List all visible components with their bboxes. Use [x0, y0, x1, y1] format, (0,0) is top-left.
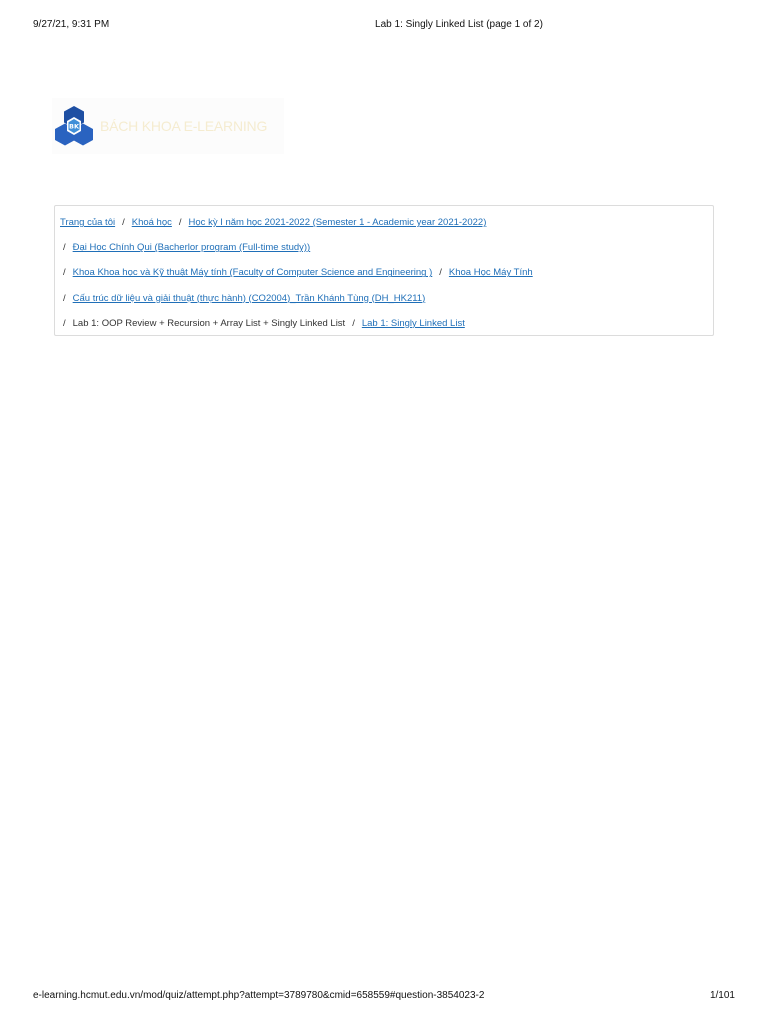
bk-logo-text: BK — [69, 123, 80, 131]
breadcrumb-link-courses[interactable]: Khoá học — [132, 217, 172, 228]
breadcrumb-line-3: / Khoa Khoa học và Kỹ thuật Máy tính (Fac… — [60, 264, 713, 289]
breadcrumb: Trang của tôi / Khoá học / Học kỳ I năm học … — [54, 205, 714, 336]
breadcrumb-line-1: Trang của tôi / Khoá học / Học kỳ I năm học … — [60, 214, 713, 239]
breadcrumb-link-department[interactable]: Khoa Học Máy Tính — [449, 267, 533, 278]
breadcrumb-link-current-quiz[interactable]: Lab 1: Singly Linked List — [362, 318, 465, 329]
breadcrumb-link-program[interactable]: Đại Học Chính Qui (Bacherlor program (Fu… — [73, 242, 311, 253]
breadcrumb-link-semester[interactable]: Học kỳ I năm học 2021-2022 (Semester 1 -… — [189, 217, 487, 228]
print-page-number: 1/101 — [709, 990, 735, 1001]
breadcrumb-line-4: / Cấu trúc dữ liệu và giải thuật (thực hà… — [60, 290, 713, 315]
breadcrumb-link-course[interactable]: Cấu trúc dữ liệu và giải thuật (thực hàn… — [73, 293, 426, 304]
print-footer: e-learning.hcmut.edu.vn/mod/quiz/attempt… — [33, 990, 735, 1004]
print-title: Lab 1: Singly Linked List (page 1 of 2) — [375, 19, 543, 30]
breadcrumb-separator: / — [63, 242, 66, 254]
breadcrumb-section: Lab 1: OOP Review + Recursion + Array Li… — [72, 317, 346, 329]
bk-logo-icon: BK — [54, 105, 94, 147]
breadcrumb-separator: / — [122, 217, 125, 228]
breadcrumb-link-my-home[interactable]: Trang của tôi — [60, 217, 115, 228]
breadcrumb-link-faculty[interactable]: Khoa Khoa học và Kỹ thuật Máy tính (Facu… — [73, 267, 433, 278]
breadcrumb-line-5: / Lab 1: OOP Review + Recursion + Array L… — [60, 315, 713, 340]
breadcrumb-separator: / — [178, 217, 182, 228]
breadcrumb-separator: / — [63, 292, 66, 304]
print-url: e-learning.hcmut.edu.vn/mod/quiz/attempt… — [33, 990, 485, 1001]
print-header: 9/27/21, 9:31 PM Lab 1: Singly Linked Li… — [33, 19, 735, 33]
brand-banner[interactable]: BK BÁCH KHOA E-LEARNING — [52, 98, 284, 154]
breadcrumb-separator: / — [63, 317, 66, 329]
site-name: BÁCH KHOA E-LEARNING — [100, 118, 268, 134]
breadcrumb-separator: / — [439, 267, 442, 279]
breadcrumb-separator: / — [352, 317, 355, 329]
breadcrumb-separator: / — [63, 267, 66, 279]
breadcrumb-line-2: / Đại Học Chính Qui (Bacherlor program (F… — [60, 239, 713, 264]
